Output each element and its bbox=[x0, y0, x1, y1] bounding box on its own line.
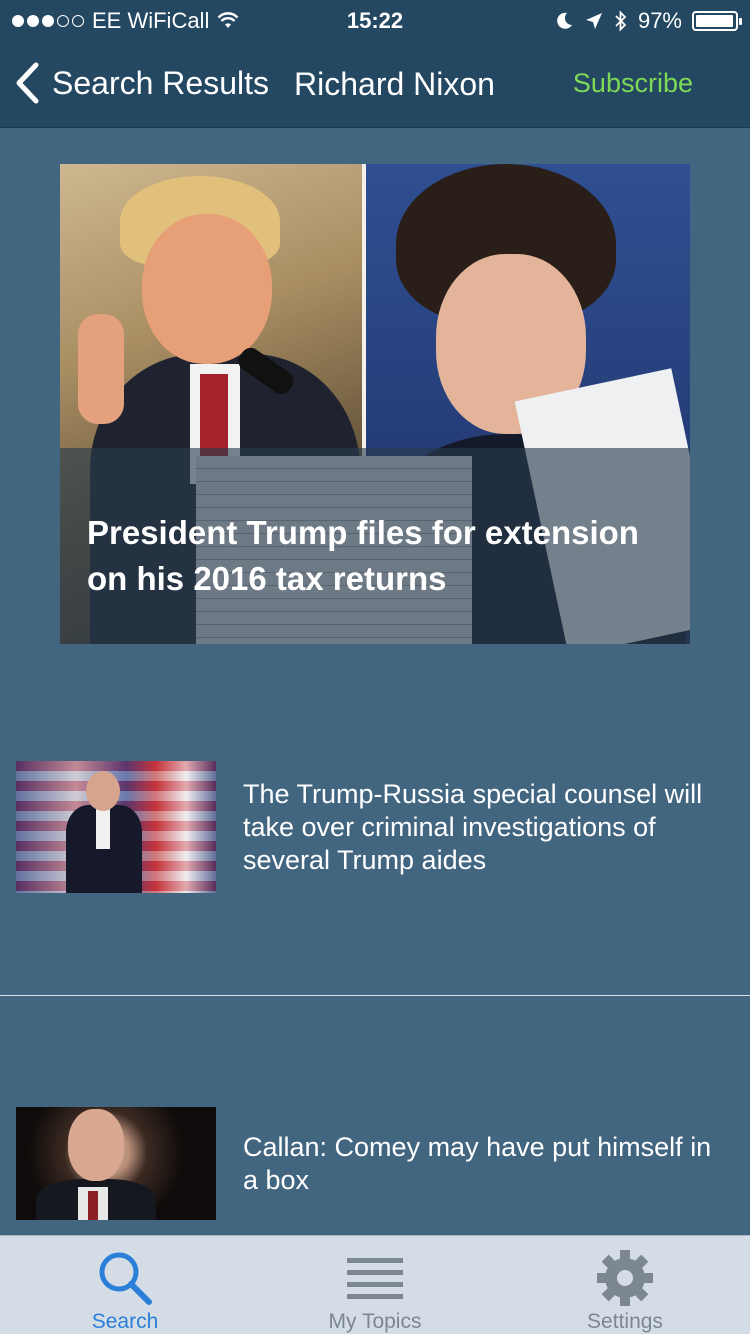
status-left: EE WiFiCall bbox=[12, 8, 239, 34]
article-thumbnail bbox=[16, 1107, 216, 1220]
page-title: Richard Nixon bbox=[294, 66, 495, 102]
featured-article-card[interactable]: President Trump files for extension on h… bbox=[60, 164, 690, 644]
tab-bar: Search My Topics Settings bbox=[0, 1235, 750, 1334]
bluetooth-icon bbox=[615, 10, 627, 32]
signal-strength-icon bbox=[12, 15, 84, 27]
tab-search-label: Search bbox=[91, 1310, 159, 1333]
article-thumbnail bbox=[16, 761, 216, 893]
status-bar: EE WiFiCall 15:22 97% bbox=[0, 0, 750, 40]
tab-my-topics[interactable]: My Topics bbox=[250, 1236, 500, 1334]
wifi-icon bbox=[217, 12, 239, 28]
battery-percent: 97% bbox=[637, 8, 682, 33]
chevron-left-icon bbox=[16, 62, 39, 104]
battery-fill bbox=[696, 15, 733, 27]
gear-icon bbox=[597, 1250, 653, 1306]
list-item[interactable]: Callan: Comey may have put himself in a … bbox=[0, 1088, 750, 1235]
tab-settings[interactable]: Settings bbox=[500, 1236, 750, 1334]
list-icon bbox=[347, 1258, 403, 1299]
subscribe-button[interactable]: Subscribe bbox=[573, 68, 693, 99]
tab-settings-label: Settings bbox=[587, 1310, 663, 1333]
location-arrow-icon bbox=[585, 13, 602, 29]
back-button[interactable]: Search Results bbox=[14, 62, 269, 104]
list-item[interactable]: The Trump-Russia special counsel will ta… bbox=[0, 728, 750, 928]
moon-icon bbox=[557, 12, 572, 29]
tab-my-topics-label: My Topics bbox=[328, 1310, 422, 1333]
back-button-label: Search Results bbox=[52, 64, 269, 101]
battery-icon bbox=[692, 11, 742, 31]
status-right: 97% bbox=[554, 8, 742, 34]
search-results-list[interactable]: President Trump files for extension on h… bbox=[0, 128, 750, 1235]
search-icon bbox=[99, 1252, 152, 1305]
tab-search[interactable]: Search bbox=[0, 1236, 250, 1334]
carrier-label: EE WiFiCall bbox=[92, 8, 210, 33]
featured-article-title: President Trump files for extension on h… bbox=[87, 514, 639, 597]
article-title: Callan: Comey may have put himself in a … bbox=[243, 1132, 712, 1195]
article-title: The Trump-Russia special counsel will ta… bbox=[243, 779, 703, 875]
list-divider bbox=[0, 995, 750, 996]
navigation-bar: Search Results Richard Nixon Subscribe bbox=[0, 40, 750, 128]
